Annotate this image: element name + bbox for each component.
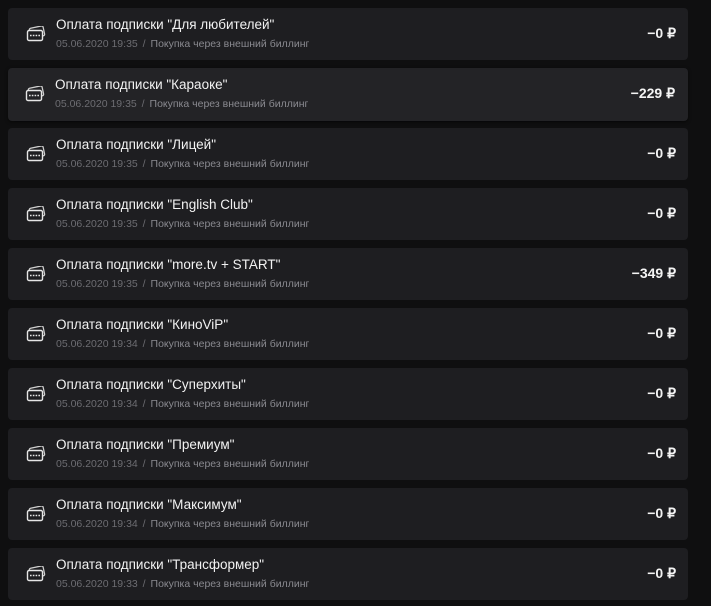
transaction-meta: 05.06.2020 19:34 / Покупка через внешний… xyxy=(56,398,309,411)
transaction-title: Оплата подписки "Максимум" xyxy=(56,497,242,512)
transaction-title: Оплата подписки "Трансформер" xyxy=(56,557,265,572)
transaction-meta: 05.06.2020 19:33 / Покупка через внешний… xyxy=(56,578,309,591)
transaction-meta: 05.06.2020 19:35 / Покупка через внешний… xyxy=(56,38,309,51)
transaction-source: Покупка через внешний биллинг xyxy=(150,278,310,290)
transaction-amount: −349 ₽ xyxy=(631,265,676,281)
payment-card-icon xyxy=(26,385,46,402)
payment-card-icon xyxy=(26,205,46,222)
transaction-row[interactable]: Оплата подписки "КиноViP" 05.06.2020 19:… xyxy=(8,308,688,360)
transaction-title: Оплата подписки "Лицей" xyxy=(56,137,217,152)
transaction-row[interactable]: Оплата подписки "Трансформер" 05.06.2020… xyxy=(8,548,688,600)
transaction-title: Оплата подписки "English Club" xyxy=(56,197,253,212)
transaction-amount: −229 ₽ xyxy=(630,85,675,101)
payment-card-icon xyxy=(26,505,46,522)
transaction-amount: −0 ₽ xyxy=(647,205,676,221)
payment-card-icon xyxy=(26,325,46,342)
transaction-amount: −0 ₽ xyxy=(647,445,676,461)
transaction-meta: 05.06.2020 19:34 / Покупка через внешний… xyxy=(56,338,309,351)
transaction-date: 05.06.2020 19:34 xyxy=(56,518,138,530)
payment-card-icon xyxy=(26,445,46,462)
transaction-date: 05.06.2020 19:35 xyxy=(56,38,138,50)
transaction-title: Оплата подписки "Для любителей" xyxy=(56,17,275,32)
transaction-title: Оплата подписки "КиноViP" xyxy=(56,317,229,332)
transaction-amount: −0 ₽ xyxy=(647,25,676,41)
meta-separator: / xyxy=(142,218,146,230)
transaction-date: 05.06.2020 19:34 xyxy=(56,338,138,350)
transaction-meta: 05.06.2020 19:34 / Покупка через внешний… xyxy=(56,518,309,531)
transaction-source: Покупка через внешний биллинг xyxy=(150,158,310,170)
meta-separator: / xyxy=(142,338,146,350)
transaction-row[interactable]: Оплата подписки "Караоке" 05.06.2020 19:… xyxy=(8,68,688,121)
transaction-amount: −0 ₽ xyxy=(647,385,676,401)
meta-separator: / xyxy=(142,38,146,50)
transaction-title: Оплата подписки "Караоке" xyxy=(55,77,228,92)
payment-card-icon xyxy=(26,25,46,42)
transaction-meta: 05.06.2020 19:35 / Покупка через внешний… xyxy=(55,98,308,111)
transaction-source: Покупка через внешний биллинг xyxy=(150,518,310,530)
transaction-title: Оплата подписки "Премиум" xyxy=(56,437,235,452)
transaction-row[interactable]: Оплата подписки "Лицей" 05.06.2020 19:35… xyxy=(8,128,688,180)
transaction-amount: −0 ₽ xyxy=(647,565,676,581)
transaction-source: Покупка через внешний биллинг xyxy=(149,98,309,110)
transaction-row[interactable]: Оплата подписки "English Club" 05.06.202… xyxy=(8,188,688,240)
transaction-source: Покупка через внешний биллинг xyxy=(150,578,310,590)
transaction-source: Покупка через внешний биллинг xyxy=(150,398,310,410)
transaction-meta: 05.06.2020 19:34 / Покупка через внешний… xyxy=(56,458,309,471)
meta-separator: / xyxy=(141,98,145,110)
transaction-amount: −0 ₽ xyxy=(647,325,676,341)
transaction-meta: 05.06.2020 19:35 / Покупка через внешний… xyxy=(56,218,309,231)
transaction-title: Оплата подписки "Суперхиты" xyxy=(56,377,246,392)
transaction-date: 05.06.2020 19:34 xyxy=(56,398,138,410)
meta-separator: / xyxy=(142,158,146,170)
meta-separator: / xyxy=(142,458,146,470)
meta-separator: / xyxy=(142,518,146,530)
transaction-amount: −0 ₽ xyxy=(647,505,676,521)
transaction-source: Покупка через внешний биллинг xyxy=(150,338,310,350)
meta-separator: / xyxy=(142,578,146,590)
transaction-amount: −0 ₽ xyxy=(647,145,676,161)
transaction-date: 05.06.2020 19:34 xyxy=(56,458,138,470)
transaction-date: 05.06.2020 19:35 xyxy=(56,278,138,290)
transaction-source: Покупка через внешний биллинг xyxy=(150,458,310,470)
transaction-date: 05.06.2020 19:35 xyxy=(56,158,138,170)
transaction-date: 05.06.2020 19:35 xyxy=(55,98,137,110)
meta-separator: / xyxy=(142,398,146,410)
transaction-title: Оплата подписки "more.tv + START" xyxy=(56,257,281,272)
transaction-row[interactable]: Оплата подписки "Суперхиты" 05.06.2020 1… xyxy=(8,368,688,420)
transaction-date: 05.06.2020 19:35 xyxy=(56,218,138,230)
transaction-source: Покупка через внешний биллинг xyxy=(150,218,310,230)
payment-card-icon xyxy=(26,565,46,582)
payment-card-icon xyxy=(26,265,46,282)
transaction-date: 05.06.2020 19:33 xyxy=(56,578,138,590)
meta-separator: / xyxy=(142,278,146,290)
transaction-row[interactable]: Оплата подписки "Для любителей" 05.06.20… xyxy=(8,8,688,60)
payment-card-icon xyxy=(25,85,45,102)
payment-card-icon xyxy=(26,145,46,162)
transaction-source: Покупка через внешний биллинг xyxy=(150,38,310,50)
transaction-row[interactable]: Оплата подписки "more.tv + START" 05.06.… xyxy=(8,248,688,300)
transaction-row[interactable]: Оплата подписки "Максимум" 05.06.2020 19… xyxy=(8,488,688,540)
transaction-meta: 05.06.2020 19:35 / Покупка через внешний… xyxy=(56,158,309,171)
transaction-row[interactable]: Оплата подписки "Премиум" 05.06.2020 19:… xyxy=(8,428,688,480)
transaction-meta: 05.06.2020 19:35 / Покупка через внешний… xyxy=(56,278,309,291)
